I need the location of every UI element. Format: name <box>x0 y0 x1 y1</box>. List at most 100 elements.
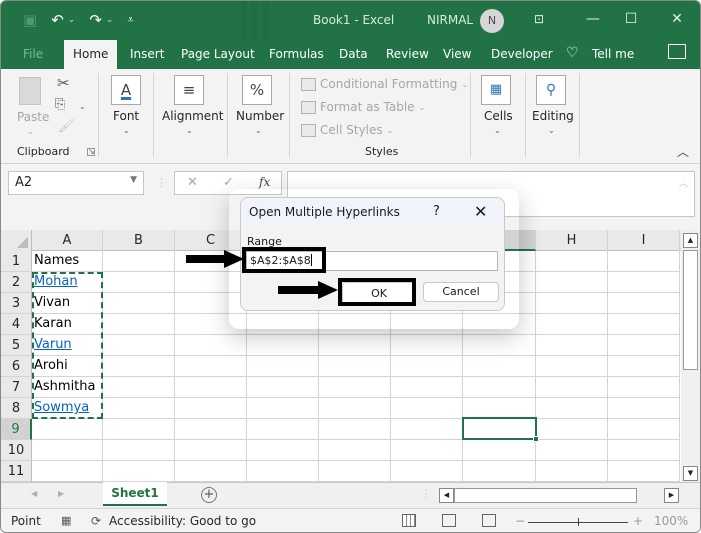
cell-c9[interactable] <box>175 419 247 440</box>
tab-developer[interactable]: Developer <box>491 46 553 62</box>
number-button[interactable]: Number <box>236 109 284 123</box>
scroll-right-icon[interactable]: ▶ <box>664 488 679 503</box>
cancel-entry-icon[interactable]: ✕ <box>187 175 198 190</box>
close-icon[interactable]: ✕ <box>474 202 487 221</box>
row-header-4[interactable]: 4 <box>1 314 32 335</box>
cell-h3[interactable] <box>536 293 608 314</box>
cell-c11[interactable] <box>175 461 247 482</box>
row-header-8[interactable]: 8 <box>1 398 32 419</box>
lightbulb-icon[interactable]: ♡ <box>566 45 579 61</box>
ok-button[interactable]: OK <box>342 282 416 306</box>
hyperlink-cell[interactable]: Varun <box>32 335 103 356</box>
format-as-table-button[interactable]: Format as Table ⌄ <box>301 100 425 114</box>
cell-b6[interactable] <box>103 356 175 377</box>
cell-f4[interactable] <box>391 314 463 335</box>
column-header-h[interactable]: H <box>536 230 608 251</box>
chevron-down-icon[interactable]: ▼ <box>130 175 137 185</box>
cell-e7[interactable] <box>319 377 391 398</box>
cell-a9[interactable] <box>32 419 103 440</box>
insert-function-icon[interactable]: fx <box>259 175 270 189</box>
cell-a1[interactable]: Names <box>32 251 103 272</box>
cell-b1[interactable] <box>103 251 175 272</box>
font-icon[interactable]: A <box>111 75 141 105</box>
column-header-a[interactable]: A <box>32 230 103 251</box>
cell-a3[interactable]: Vivan <box>32 293 103 314</box>
cell-b2[interactable] <box>103 272 175 293</box>
paste-icon[interactable] <box>19 77 41 105</box>
cell-i2[interactable] <box>608 272 680 293</box>
undo-dropdown-icon[interactable]: ⌄ <box>68 10 76 30</box>
tab-insert[interactable]: Insert <box>130 46 164 62</box>
row-header-1[interactable]: 1 <box>1 251 32 272</box>
clipboard-launcher-icon[interactable]: ↘ <box>87 148 95 156</box>
macro-record-icon[interactable]: ▦ <box>61 514 71 527</box>
cell-c7[interactable] <box>175 377 247 398</box>
tab-file[interactable]: File <box>23 46 43 62</box>
cell-h4[interactable] <box>536 314 608 335</box>
cell-a10[interactable] <box>32 440 103 461</box>
zoom-in-button[interactable]: + <box>633 514 643 528</box>
cell-i10[interactable] <box>608 440 680 461</box>
cell-h5[interactable] <box>536 335 608 356</box>
accessibility-status[interactable]: Accessibility: Good to go <box>109 514 256 528</box>
row-header-11[interactable]: 11 <box>1 461 32 482</box>
cell-g8[interactable] <box>463 398 536 419</box>
number-format-icon[interactable]: % <box>242 75 272 105</box>
user-name[interactable]: NIRMAL <box>427 13 473 27</box>
paste-button[interactable]: Paste <box>17 110 49 124</box>
close-window-icon[interactable]: ✕ <box>665 9 689 29</box>
paste-dropdown-icon[interactable]: ⌄ <box>27 127 34 136</box>
cell-i4[interactable] <box>608 314 680 335</box>
cell-i3[interactable] <box>608 293 680 314</box>
collapse-ribbon-icon[interactable]: ︿ <box>677 143 689 160</box>
cell-b8[interactable] <box>103 398 175 419</box>
row-header-3[interactable]: 3 <box>1 293 32 314</box>
row-header-7[interactable]: 7 <box>1 377 32 398</box>
column-header-c[interactable]: C <box>175 230 247 251</box>
row-header-10[interactable]: 10 <box>1 440 32 461</box>
tab-review[interactable]: Review <box>386 46 429 62</box>
cell-c6[interactable] <box>175 356 247 377</box>
row-header-2[interactable]: 2 <box>1 272 32 293</box>
row-header-9[interactable]: 9 <box>1 419 32 440</box>
cell-h9[interactable] <box>536 419 608 440</box>
cell-f11[interactable] <box>391 461 463 482</box>
zoom-out-button[interactable]: − <box>515 514 525 528</box>
column-header-b[interactable]: B <box>103 230 175 251</box>
cells-button[interactable]: Cells <box>484 109 513 123</box>
cancel-button[interactable]: Cancel <box>423 282 499 302</box>
page-layout-view-icon[interactable] <box>442 514 456 527</box>
name-box[interactable]: A2 ▼ <box>8 171 144 195</box>
cell-d11[interactable] <box>247 461 319 482</box>
cell-i11[interactable] <box>608 461 680 482</box>
scroll-left-icon[interactable]: ◀ <box>439 488 454 503</box>
cell-c8[interactable] <box>175 398 247 419</box>
tab-formulas[interactable]: Formulas <box>269 46 324 62</box>
editing-dropdown-icon[interactable]: ⌄ <box>548 126 555 135</box>
cut-icon[interactable]: ✂ <box>57 74 70 92</box>
prev-sheet-icon[interactable]: ◀ <box>31 489 37 498</box>
search-icon[interactable]: ⚲ <box>536 75 566 105</box>
cell-d6[interactable] <box>247 356 319 377</box>
cell-c4[interactable] <box>175 314 247 335</box>
next-sheet-icon[interactable]: ▶ <box>58 489 64 498</box>
cell-i8[interactable] <box>608 398 680 419</box>
tab-view[interactable]: View <box>443 46 471 62</box>
vertical-scrollbar[interactable]: ▲ ▼ <box>681 230 700 482</box>
scroll-down-icon[interactable]: ▼ <box>683 466 698 481</box>
number-dropdown-icon[interactable]: ⌄ <box>255 126 262 135</box>
save-icon[interactable]: ▣ <box>23 10 37 30</box>
range-input[interactable]: $A$2:$A$8 <box>246 251 498 271</box>
cell-b9[interactable] <box>103 419 175 440</box>
cell-i7[interactable] <box>608 377 680 398</box>
cell-e5[interactable] <box>319 335 391 356</box>
column-header-i[interactable]: I <box>608 230 680 251</box>
font-button[interactable]: Font <box>113 109 139 123</box>
cell-d4[interactable] <box>247 314 319 335</box>
cell-g7[interactable] <box>463 377 536 398</box>
cell-a7[interactable]: Ashmitha <box>32 377 103 398</box>
tab-tell-me[interactable]: Tell me <box>592 46 634 62</box>
cell-f10[interactable] <box>391 440 463 461</box>
tab-data[interactable]: Data <box>339 46 368 62</box>
cell-e8[interactable] <box>319 398 391 419</box>
